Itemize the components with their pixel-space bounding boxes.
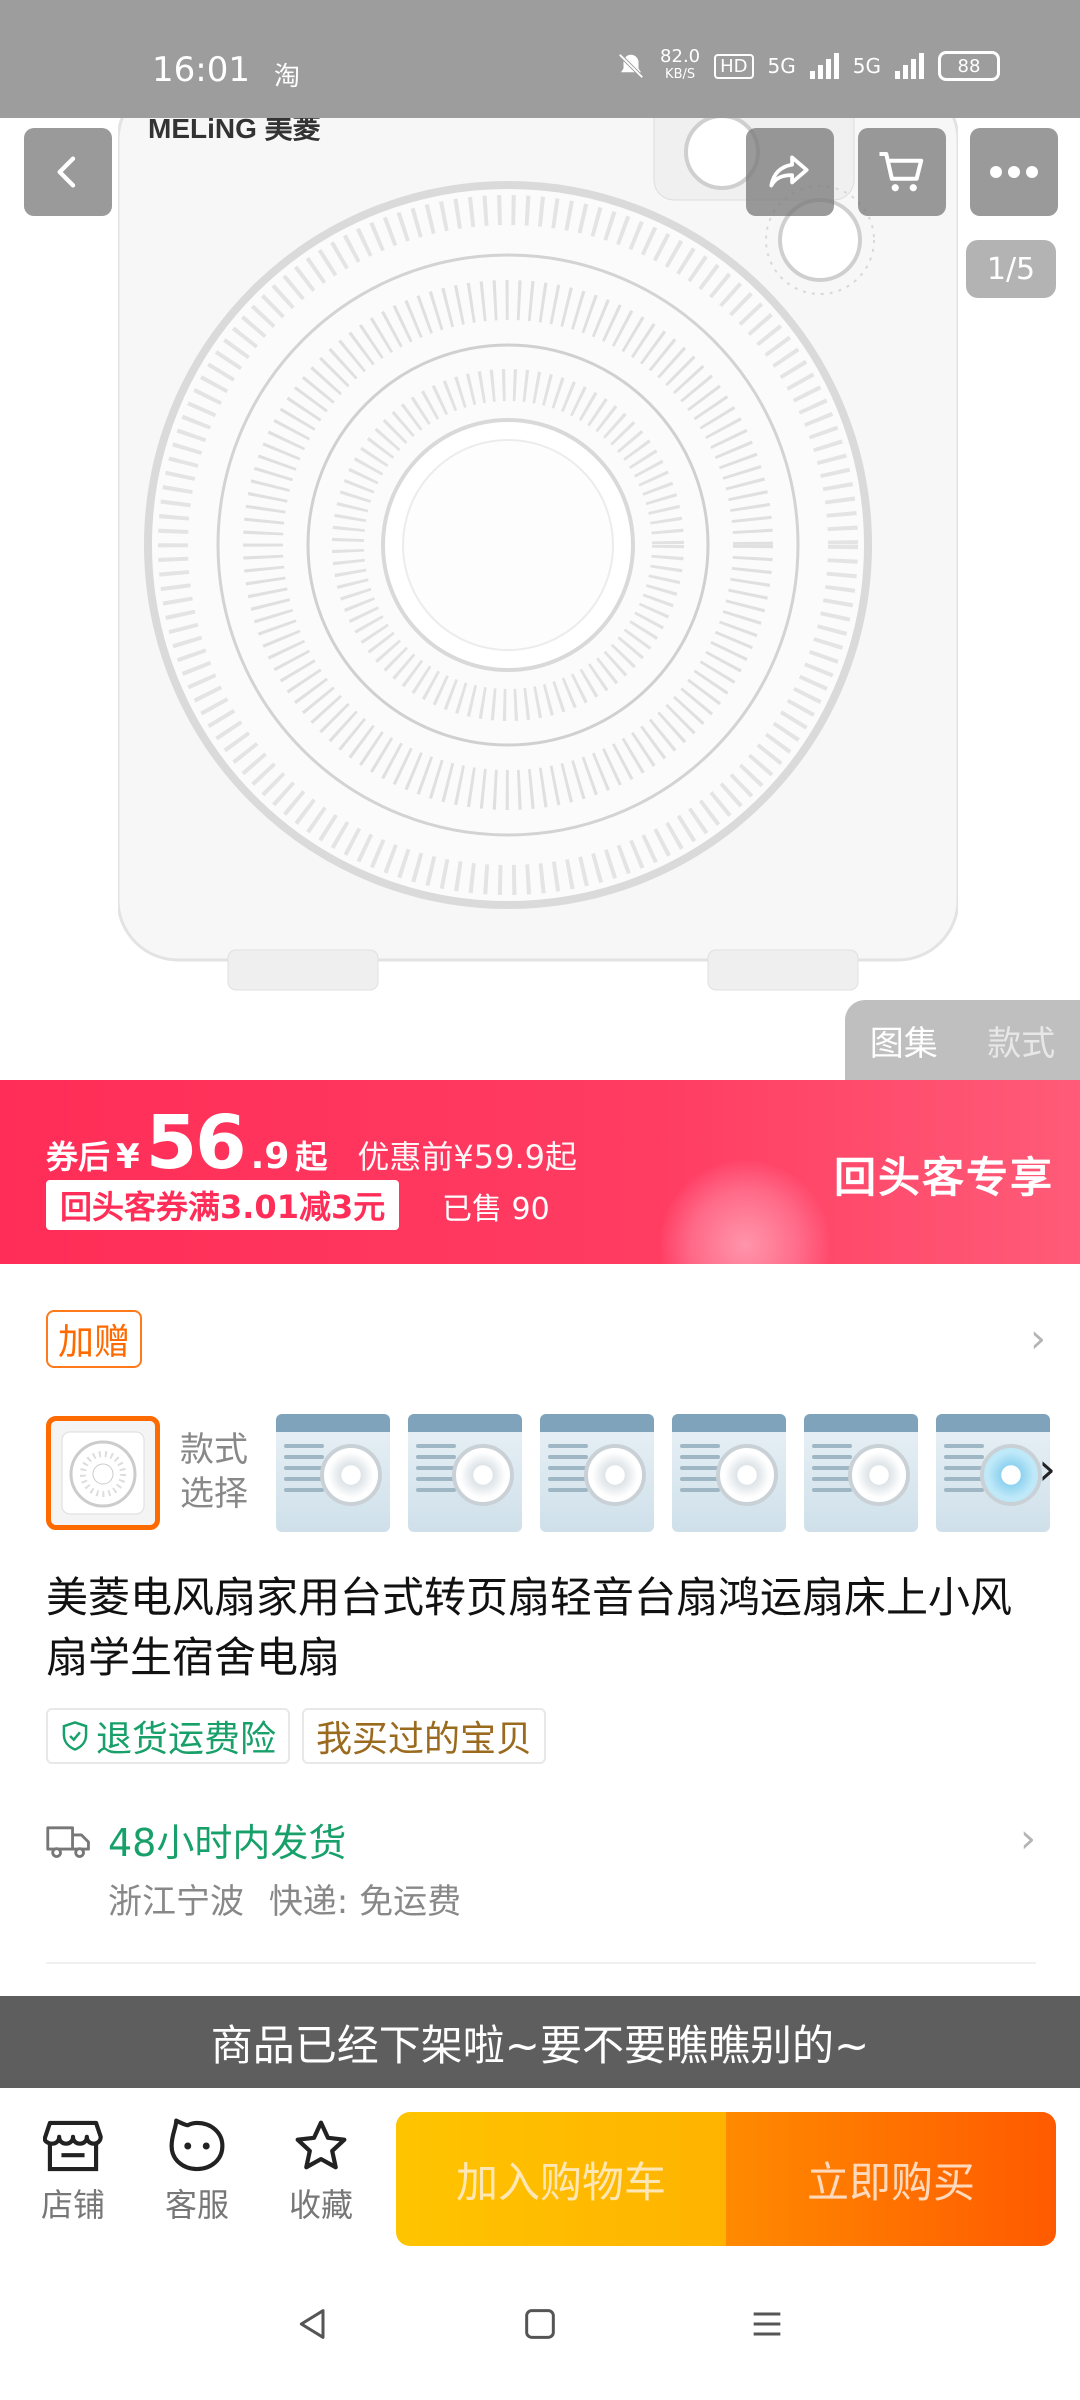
coupon-badge[interactable]: 回头客券满3.01减3元 <box>46 1180 400 1230</box>
sold-count: 已售 90 <box>442 1192 550 1227</box>
bought-before-tag[interactable]: 我买过的宝贝 <box>302 1708 547 1764</box>
fan-product-image: MELiNG 美菱 <box>118 80 958 991</box>
ship-fee: 快递: 免运费 <box>268 1882 462 1922</box>
network-speed: 82.0 KB/S <box>660 48 700 84</box>
divider <box>46 1962 1036 1964</box>
share-icon <box>769 155 809 188</box>
shipping-time: 48小时内发货 <box>108 1821 347 1865</box>
taobao-notification-icon: 淘 <box>274 62 301 92</box>
shop-label: 店铺 <box>40 2186 105 2224</box>
buy-now-button[interactable]: 立即购买 <box>726 2112 1056 2246</box>
customer-service-button[interactable]: 客服 <box>142 2118 252 2226</box>
cart-icon <box>879 151 924 192</box>
truck-icon <box>46 1826 90 1858</box>
tag-label: 我买过的宝贝 <box>316 1719 533 1760</box>
service-label: 客服 <box>164 2186 229 2224</box>
more-dots-icon <box>990 166 1038 178</box>
style-thumb[interactable] <box>936 1414 1050 1532</box>
chevron-right-icon[interactable]: › <box>1038 1444 1056 1495</box>
chevron-right-icon: › <box>1030 1316 1046 1362</box>
back-button[interactable] <box>24 128 112 216</box>
style-thumb[interactable] <box>672 1414 786 1532</box>
mute-icon <box>618 53 644 79</box>
tab-gallery[interactable]: 图集 <box>870 1016 938 1065</box>
style-selector[interactable]: 款式 选择 › <box>46 1414 1056 1532</box>
fan-thumbnail <box>61 1431 145 1515</box>
currency-symbol: ¥ <box>116 1137 140 1177</box>
style-thumb[interactable] <box>276 1414 390 1532</box>
tag-label: 退货运费险 <box>96 1719 277 1760</box>
gift-badge: 加赠 <box>46 1310 143 1368</box>
cta-group: 加入购物车 立即购买 <box>396 2112 1056 2246</box>
chevron-right-icon: › <box>1020 1816 1036 1862</box>
customer-service-icon <box>169 2118 225 2172</box>
product-tags: 退货运费险 我买过的宝贝 <box>46 1708 547 1764</box>
flower-decoration <box>660 1160 830 1264</box>
shield-check-icon <box>62 1721 88 1751</box>
system-nav-bar <box>0 2248 1080 2400</box>
tab-styles[interactable]: 款式 <box>987 1016 1055 1065</box>
signal-1-label: 5G <box>767 54 796 78</box>
style-thumb-selected[interactable] <box>46 1416 160 1530</box>
promo-banner: 券后 ¥ 56 .9 起 优惠前¥59.9起 回头客券满3.01减3元 已售 9… <box>0 1080 1080 1264</box>
image-counter: 1/5 <box>966 240 1056 298</box>
status-time: 16:01 <box>152 50 250 90</box>
style-label-line2: 选择 <box>180 1474 248 1514</box>
bottom-action-bar: 店铺 客服 收藏 加入购物车 立即购买 <box>0 2088 1080 2248</box>
product-hero-image[interactable]: MELiNG 美菱 16:01 淘 82.0 KB/S HD 5G 5G 88 <box>0 0 1080 1080</box>
speed-value: 82.0 <box>660 46 701 67</box>
price-decimal: .9 <box>250 1136 290 1177</box>
cart-button[interactable] <box>858 128 946 216</box>
original-price: 优惠前¥59.9起 <box>357 1138 578 1176</box>
product-title: 美菱电风扇家用台式转页扇轻音台扇鸿运扇床上小风扇学生宿舍电扇 <box>46 1573 1013 1682</box>
style-thumbnails <box>276 1414 1050 1532</box>
signal-2-label: 5G <box>852 54 881 78</box>
signal-2-icon <box>895 53 924 79</box>
gallery-tabs: 图集 款式 <box>845 1000 1080 1080</box>
add-to-cart-button[interactable]: 加入购物车 <box>396 2112 726 2246</box>
nav-home-icon[interactable] <box>520 2304 560 2344</box>
shipping-details: 浙江宁波 快递: 免运费 <box>108 1874 461 1923</box>
hd-voice-icon: HD <box>714 53 754 79</box>
status-bar: 16:01 淘 82.0 KB/S HD 5G 5G 88 <box>0 0 1080 118</box>
style-thumb[interactable] <box>540 1414 654 1532</box>
battery-level: 88 <box>957 55 981 77</box>
chevron-left-icon <box>57 156 76 188</box>
ship-origin: 浙江宁波 <box>108 1882 244 1922</box>
delisted-notice: 商品已经下架啦~要不要瞧瞧别的~ <box>0 1996 1080 2088</box>
star-icon <box>295 2120 347 2170</box>
after-coupon-label: 券后 <box>46 1138 111 1176</box>
price-integer: 56 <box>145 1100 247 1186</box>
gift-row[interactable]: 加赠 › <box>46 1310 1046 1368</box>
nav-back-icon[interactable] <box>293 2304 333 2344</box>
battery-icon: 88 <box>938 51 1000 81</box>
speed-unit: KB/S <box>665 67 696 82</box>
shop-button[interactable]: 店铺 <box>18 2118 128 2226</box>
style-thumb[interactable] <box>408 1414 522 1532</box>
more-button[interactable] <box>970 128 1058 216</box>
share-button[interactable] <box>746 128 834 216</box>
status-indicators: 82.0 KB/S HD 5G 5G 88 <box>616 48 1000 84</box>
style-label-line1: 款式 <box>180 1430 248 1470</box>
style-thumb[interactable] <box>804 1414 918 1532</box>
nav-menu-icon[interactable] <box>747 2304 787 2344</box>
returner-exclusive-label: 回头客专享 <box>833 1153 1054 1202</box>
favorite-label: 收藏 <box>288 2186 353 2224</box>
shop-icon <box>43 2120 103 2172</box>
return-shipping-insurance-tag[interactable]: 退货运费险 <box>46 1708 291 1764</box>
price-row: 券后 ¥ 56 .9 起 优惠前¥59.9起 <box>46 1100 577 1186</box>
favorite-button[interactable]: 收藏 <box>266 2118 376 2226</box>
signal-1-icon <box>809 53 839 79</box>
shipping-row[interactable]: 48小时内发货 浙江宁波 快递: 免运费 › <box>46 1812 1036 1932</box>
product-detail-page: MELiNG 美菱 16:01 淘 82.0 KB/S HD 5G 5G 88 <box>0 0 1080 2400</box>
price-suffix: 起 <box>295 1138 328 1176</box>
style-select-label: 款式 选择 <box>180 1428 260 1516</box>
